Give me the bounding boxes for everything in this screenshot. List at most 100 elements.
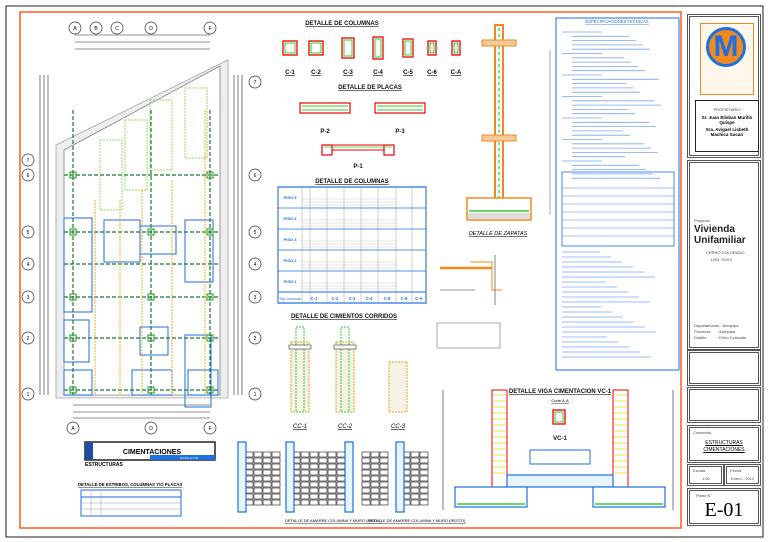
brick [309,457,319,464]
brick [253,475,263,482]
axis-label: 4 [27,262,30,268]
axis-label: 7 [27,158,30,164]
brick [379,493,389,500]
strip-footings-title: DETALLE DE CIMIENTOS CORRIDOS [291,314,397,320]
brick [262,475,272,482]
tie-column [395,441,405,513]
axis-marker: 4 [248,257,262,271]
tie-column [285,441,295,513]
axis-marker: 2 [248,331,262,345]
brick [419,457,429,464]
brick [361,493,371,500]
brick [327,475,337,482]
brick [370,469,380,476]
title-block-date: Fecha Enero - 2014 [724,464,761,486]
brick [327,487,337,494]
brick [361,451,371,458]
brick [410,451,420,458]
axis-label: 5 [27,230,30,236]
column-section [427,40,437,56]
brick [419,499,429,506]
tie-column [344,441,354,513]
brick [318,487,328,494]
title-block-project: Proyecto Vivienda Unifamiliar CERRO COLO… [687,160,761,350]
sheet-type: ESTRUCTURAS [705,440,743,446]
brick [327,469,337,476]
axis-marker: 6 [248,168,262,182]
axis-marker: 5 [21,225,35,239]
column-type: C-2 [332,296,339,301]
drawing-sheet: ABCDFADF76543217654321 DETALLE DE COLUMN… [0,0,768,542]
column-label: C-5 [403,70,413,76]
axis-label: F [208,426,211,432]
brick [318,469,328,476]
brick [262,457,272,464]
brick [410,487,420,494]
floor-label: PISO 3 [284,237,298,242]
column-label: C-3 [343,70,353,76]
brick [419,463,429,470]
brick [370,451,380,458]
title-block-content: Contenido ESTRUCTURAS CIMENTACIONES [687,425,761,463]
column-type: C-A [415,296,422,301]
brick [271,475,281,482]
brick [309,493,319,500]
brick [253,457,263,464]
brick [271,469,281,476]
scale-value: 1:50 [702,476,710,481]
brick [379,475,389,482]
beam-section-label: Corte A-A [551,398,569,403]
brick [300,499,310,506]
column-type: C-3 [349,296,356,301]
axis-marker: D [144,21,158,35]
column-type: C-4 [366,296,373,301]
brick [327,457,337,464]
project-label: Proyecto [694,218,710,223]
brick [318,499,328,506]
brick [327,463,337,470]
axis-marker: 5 [248,225,262,239]
brick [271,481,281,488]
strip-footing [333,326,357,413]
slab-edge-detail [440,255,502,305]
axis-marker: 1 [248,387,262,401]
floor-label: PISO 5 [284,195,298,200]
axis-label: D [149,426,153,432]
brick [361,469,371,476]
brick [370,499,380,506]
brick [327,451,337,458]
wall-tie-label-2: DETALLE DE AMARRE COLUMNA Y MURO (RESTO) [368,518,466,523]
brick [379,463,389,470]
column-label: C-A [451,70,462,76]
brick [410,481,420,488]
scale-label: Escala [693,468,706,473]
brick [336,463,346,470]
plate-label-p1: P-1 [353,164,363,170]
axis-label: 6 [27,173,30,179]
columns-detail-title: DETALLE DE COLUMNAS [305,21,379,27]
plate-p1 [321,144,395,156]
brick [300,469,310,476]
brick [336,487,346,494]
project-name: Vivienda Unifamiliar [694,224,746,246]
axis-label: 2 [254,336,257,342]
brick [253,493,263,500]
brick [300,463,310,470]
tie-column [237,441,247,513]
column-type: C-6 [401,296,408,301]
brick [370,493,380,500]
brick [262,487,272,494]
brick [419,475,429,482]
brick [309,499,319,506]
column-section [402,38,414,58]
column-type: C-1 [311,296,318,301]
brick [327,499,337,506]
plan-title: CIMENTACIONES [123,449,182,456]
axis-label: 3 [27,295,30,301]
axis-marker: 1 [21,387,35,401]
brick [318,457,328,464]
date-value: Enero - 2014 [731,476,755,481]
axis-marker: D [144,421,158,435]
axis-marker: 4 [21,257,35,271]
axis-label: 6 [254,173,257,179]
